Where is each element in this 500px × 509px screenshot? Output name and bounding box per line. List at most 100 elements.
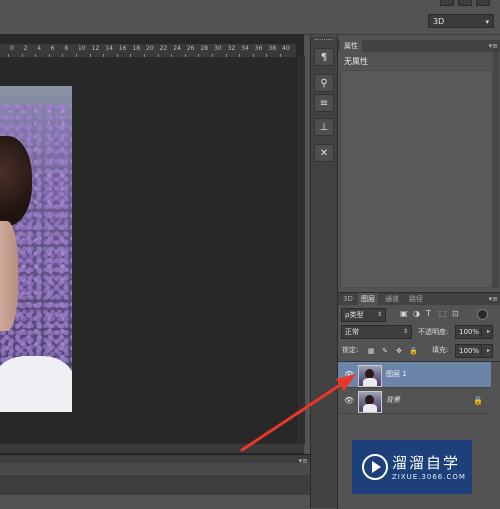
timeline-tabbar bbox=[0, 463, 310, 475]
photo-face bbox=[0, 221, 18, 331]
panel-menu-icon[interactable]: ▾≡ bbox=[299, 457, 308, 465]
ruler-label: 2 bbox=[23, 45, 28, 52]
vertical-scrollbar[interactable] bbox=[296, 56, 305, 444]
properties-status: 无属性 bbox=[344, 57, 368, 66]
ruler-tick bbox=[21, 54, 23, 57]
ruler-tick bbox=[116, 54, 118, 57]
layer-row-background[interactable]: 👁 背景 🔒 bbox=[338, 388, 491, 414]
ruler-label: 14 bbox=[105, 45, 113, 52]
lock-all-icon[interactable]: 🔒 bbox=[409, 347, 418, 355]
ruler-label: 30 bbox=[214, 45, 222, 52]
lock-position-icon[interactable]: ✥ bbox=[395, 347, 403, 355]
tool-presets-icon[interactable]: ✕ bbox=[314, 144, 334, 162]
lock-transparent-icon[interactable]: ▦ bbox=[367, 347, 375, 355]
canvas-photo[interactable] bbox=[0, 86, 72, 412]
close-button[interactable] bbox=[476, 0, 490, 6]
layer-row-layer1[interactable]: 👁 图层 1 bbox=[338, 362, 491, 388]
ruler-label: 34 bbox=[241, 45, 249, 52]
ruler-label: 0 bbox=[10, 45, 14, 52]
ruler-tick bbox=[184, 54, 186, 57]
properties-tabbar: 属性 ▾≡ bbox=[338, 40, 500, 52]
fill-dropdown[interactable]: ▸ bbox=[481, 344, 493, 358]
status-bar bbox=[0, 495, 310, 509]
horizontal-scrollbar[interactable] bbox=[0, 443, 304, 453]
opacity-input[interactable]: 100% bbox=[455, 325, 482, 339]
ruler-tick bbox=[8, 54, 9, 57]
tab-layers[interactable]: 图层 bbox=[358, 293, 378, 305]
properties-body bbox=[340, 70, 493, 288]
ruler-tick bbox=[130, 54, 132, 57]
ruler-label: 12 bbox=[91, 45, 100, 52]
layer-name[interactable]: 图层 1 bbox=[386, 369, 407, 379]
ruler-label: 18 bbox=[132, 45, 141, 52]
ruler-label: 10 bbox=[78, 45, 86, 52]
ruler-tick bbox=[103, 54, 105, 57]
maximize-button[interactable] bbox=[458, 0, 472, 6]
properties-panel: 属性 ▾≡ 无属性 bbox=[337, 36, 500, 290]
ruler-label: 40 bbox=[282, 45, 290, 52]
tab-channels[interactable]: 通道 bbox=[382, 293, 402, 305]
chevron-icon: ⇕ bbox=[376, 311, 382, 318]
layer-name[interactable]: 背景 bbox=[386, 395, 400, 405]
brush-preset-icon[interactable]: ⚲ bbox=[314, 74, 334, 92]
filter-toggle[interactable] bbox=[477, 309, 488, 320]
ruler-label: 32 bbox=[227, 45, 236, 52]
ruler-label: 16 bbox=[118, 45, 127, 52]
ruler-tick bbox=[280, 54, 281, 57]
layers-list: 👁 图层 1 👁 背景 🔒 bbox=[338, 361, 500, 416]
layer-thumbnail bbox=[358, 391, 382, 413]
chevron-right-icon: ▸ bbox=[486, 328, 490, 335]
chevron-down-icon: ▾ bbox=[485, 18, 489, 26]
ruler-label: 28 bbox=[200, 45, 209, 52]
panel-menu-icon[interactable]: ▾≡ bbox=[489, 40, 498, 52]
paragraph-icon[interactable]: ¶ bbox=[314, 48, 334, 66]
panel-dock-strip: ¶ ⚲ ≡ ⊥ ✕ bbox=[310, 36, 338, 508]
blend-mode-select[interactable]: 正常 ⇕ bbox=[341, 325, 412, 339]
minimize-button[interactable] bbox=[440, 0, 454, 6]
tab-properties[interactable]: 属性 bbox=[340, 40, 362, 52]
opacity-dropdown[interactable]: ▸ bbox=[481, 325, 493, 339]
watermark-url: ZIXUE.3066.COM bbox=[392, 473, 466, 481]
lock-label: 锁定: bbox=[342, 346, 359, 354]
shape-filter-icon[interactable]: ⬚ bbox=[439, 310, 447, 318]
panel-menu-icon[interactable]: ▾≡ bbox=[489, 293, 498, 305]
horizontal-ruler[interactable]: 0 2 4 6 8 10 12 14 16 18 20 22 24 26 28 30 32 34 36 38 40 bbox=[0, 44, 296, 58]
ruler-label: 38 bbox=[268, 45, 277, 52]
tab-paths[interactable]: 路径 bbox=[406, 293, 426, 305]
blend-mode-value: 正常 bbox=[345, 328, 359, 336]
ruler-tick bbox=[157, 54, 159, 57]
filter-kind-select[interactable]: ρ类型 ⇕ bbox=[341, 308, 386, 322]
ruler-label: 4 bbox=[37, 45, 42, 52]
ruler-tick bbox=[171, 54, 173, 57]
opacity-label: 不透明度: bbox=[418, 328, 449, 336]
layer-thumbnail bbox=[358, 365, 382, 387]
ruler-label: 22 bbox=[159, 45, 168, 52]
fill-label: 填充: bbox=[432, 346, 449, 354]
ruler-tick bbox=[89, 54, 91, 57]
properties-scrollbar[interactable] bbox=[493, 52, 499, 288]
workspace-select-value: 3D bbox=[433, 17, 445, 26]
clone-source-icon[interactable]: ⊥ bbox=[314, 118, 334, 136]
ruler-label: 8 bbox=[64, 45, 69, 52]
pixel-filter-icon[interactable]: ▣ bbox=[400, 310, 408, 318]
dock-grip[interactable] bbox=[315, 39, 333, 43]
ruler-label: 24 bbox=[173, 45, 181, 52]
visibility-eye-icon[interactable]: 👁 bbox=[344, 370, 354, 379]
tab-3d[interactable]: 3D bbox=[340, 293, 356, 305]
layers-tabbar: 3D 图层 通道 路径 ▾≡ bbox=[338, 293, 500, 305]
ruler-tick bbox=[212, 54, 213, 57]
visibility-eye-icon[interactable]: 👁 bbox=[344, 396, 354, 405]
play-logo-icon bbox=[362, 454, 388, 480]
fill-input[interactable]: 100% bbox=[455, 344, 482, 358]
ruler-tick bbox=[225, 54, 227, 57]
smart-object-filter-icon[interactable]: ⊡ bbox=[452, 310, 460, 318]
adjustment-filter-icon[interactable]: ◑ bbox=[413, 310, 421, 318]
fill-value: 100% bbox=[459, 347, 480, 355]
workspace-select[interactable]: 3D ▾ bbox=[428, 14, 494, 28]
lock-icon: 🔒 bbox=[473, 396, 483, 405]
lock-image-icon[interactable]: ✎ bbox=[381, 347, 389, 355]
timeline-panel: ▾≡ bbox=[0, 454, 310, 509]
filter-kind-value: ρ类型 bbox=[345, 311, 364, 319]
brush-settings-icon[interactable]: ≡ bbox=[314, 94, 334, 112]
type-filter-icon[interactable]: T bbox=[426, 310, 434, 318]
